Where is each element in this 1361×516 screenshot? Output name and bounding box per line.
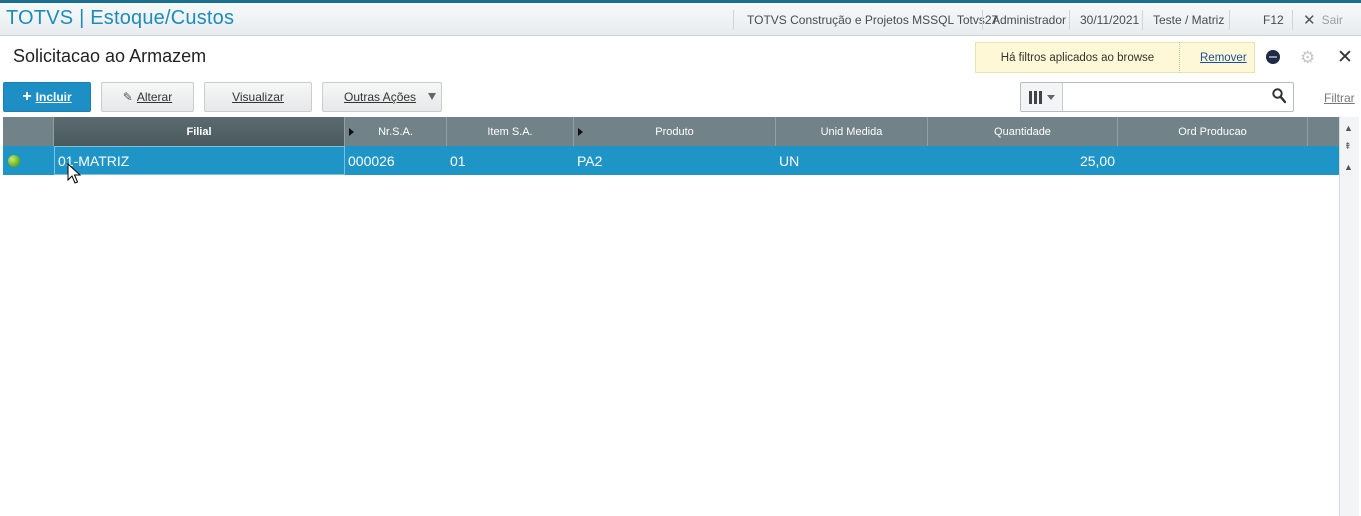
column-header-label: Unid Medida — [820, 125, 883, 138]
column-header-nr-sa[interactable]: Nr.S.A. — [345, 117, 447, 146]
column-header-label: Quantidade — [994, 125, 1051, 138]
divider — [1179, 42, 1180, 73]
incluir-button[interactable]: + Incluir — [3, 82, 91, 112]
column-selector-button[interactable] — [1021, 83, 1063, 111]
filtrar-link[interactable]: Filtrar — [1324, 91, 1355, 105]
gear-icon[interactable]: ⚙ — [1300, 48, 1315, 68]
column-header-produto[interactable]: Produto — [574, 117, 776, 146]
divider — [1142, 10, 1143, 30]
cell-item-sa[interactable]: 01 — [450, 146, 466, 175]
incluir-label: Incluir — [35, 90, 72, 104]
columns-icon — [1028, 90, 1042, 104]
chevron-down-icon — [1046, 94, 1055, 100]
environment-label: TOTVS Construção e Projetos MSSQL Totvs2… — [747, 12, 999, 27]
status-legend-icon[interactable] — [8, 155, 20, 167]
company-label[interactable]: Teste / Matriz — [1153, 3, 1224, 36]
pencil-icon: ✎ — [122, 90, 133, 104]
divider — [1292, 10, 1293, 30]
divider — [733, 10, 734, 30]
app-title: TOTVS | Estoque/Custos — [6, 7, 235, 29]
divider — [1229, 10, 1230, 30]
vertical-scrollbar[interactable]: ▲ ⇞ ▲ — [1339, 117, 1359, 516]
remove-filter-link[interactable]: Remover — [1200, 52, 1247, 64]
scroll-up-icon[interactable]: ▲ — [1344, 162, 1353, 172]
browse-grid: Filial Nr.S.A. Item S.A. Produto Unid Me… — [3, 117, 1339, 516]
grid-header: Filial Nr.S.A. Item S.A. Produto Unid Me… — [3, 117, 1339, 146]
exit-button[interactable]: ✕ Sair — [1303, 3, 1343, 36]
mouse-cursor-icon — [67, 163, 81, 184]
scroll-top-icon[interactable]: ▲ — [1344, 123, 1353, 133]
column-header-label: Ord Producao — [1178, 125, 1247, 138]
sort-arrow-icon — [349, 128, 354, 136]
cell-nr-sa[interactable]: 000026 — [348, 146, 395, 175]
outras-acoes-label: Outras Ações — [344, 90, 417, 104]
column-header-label: Nr.S.A. — [378, 125, 413, 138]
exit-label: Sair — [1321, 12, 1343, 27]
alterar-button[interactable]: ✎ Alterar — [101, 82, 194, 112]
f12-shortcut[interactable]: F12 — [1263, 3, 1284, 36]
column-header-quantidade[interactable]: Quantidade — [928, 117, 1118, 146]
minus-circle-icon[interactable] — [1266, 50, 1280, 64]
close-icon: ✕ — [1303, 11, 1316, 29]
scroll-page-up-icon[interactable]: ⇞ — [1344, 141, 1352, 152]
sort-arrow-icon — [578, 128, 583, 136]
column-header-item-sa[interactable]: Item S.A. — [447, 117, 574, 146]
search-box — [1020, 82, 1294, 112]
table-row[interactable]: 01-MATRIZ 000026 01 PA2 UN 25,00 — [3, 146, 1339, 175]
legend-column-header[interactable] — [3, 117, 54, 146]
filter-notice: Há filtros aplicados ao browse Remover — [975, 42, 1255, 73]
plus-icon: + — [22, 88, 32, 105]
column-header-unid-medida[interactable]: Unid Medida — [776, 117, 928, 146]
app-window: TOTVS | Estoque/Custos TOTVS Construção … — [0, 0, 1361, 516]
column-header-filial[interactable]: Filial — [54, 117, 345, 146]
cell-quantidade[interactable]: 25,00 — [928, 146, 1118, 175]
divider — [982, 10, 983, 30]
column-header-label: Produto — [655, 125, 694, 138]
visualizar-button[interactable]: Visualizar — [204, 82, 312, 112]
user-label[interactable]: Administrador — [992, 3, 1066, 36]
alterar-label: Alterar — [136, 90, 173, 104]
close-icon[interactable]: ✕ — [1337, 46, 1353, 69]
outras-acoes-button[interactable]: Outras Ações — [322, 82, 442, 112]
search-icon[interactable] — [1272, 88, 1286, 104]
top-bar: TOTVS | Estoque/Custos TOTVS Construção … — [0, 0, 1361, 36]
filter-notice-text: Há filtros aplicados ao browse — [1000, 51, 1155, 64]
search-input[interactable] — [1066, 85, 1266, 109]
column-header-ord-producao[interactable]: Ord Producao — [1118, 117, 1308, 146]
visualizar-label: Visualizar — [232, 90, 284, 104]
date-label[interactable]: 30/11/2021 — [1080, 3, 1139, 36]
page-title: Solicitacao ao Armazem — [13, 46, 207, 66]
column-header-label: Item S.A. — [487, 125, 533, 138]
cell-unid-medida[interactable]: UN — [779, 146, 799, 175]
divider — [1069, 10, 1070, 30]
chevron-down-icon — [428, 93, 436, 100]
cell-produto[interactable]: PA2 — [577, 146, 602, 175]
column-header-label: Filial — [186, 125, 212, 138]
